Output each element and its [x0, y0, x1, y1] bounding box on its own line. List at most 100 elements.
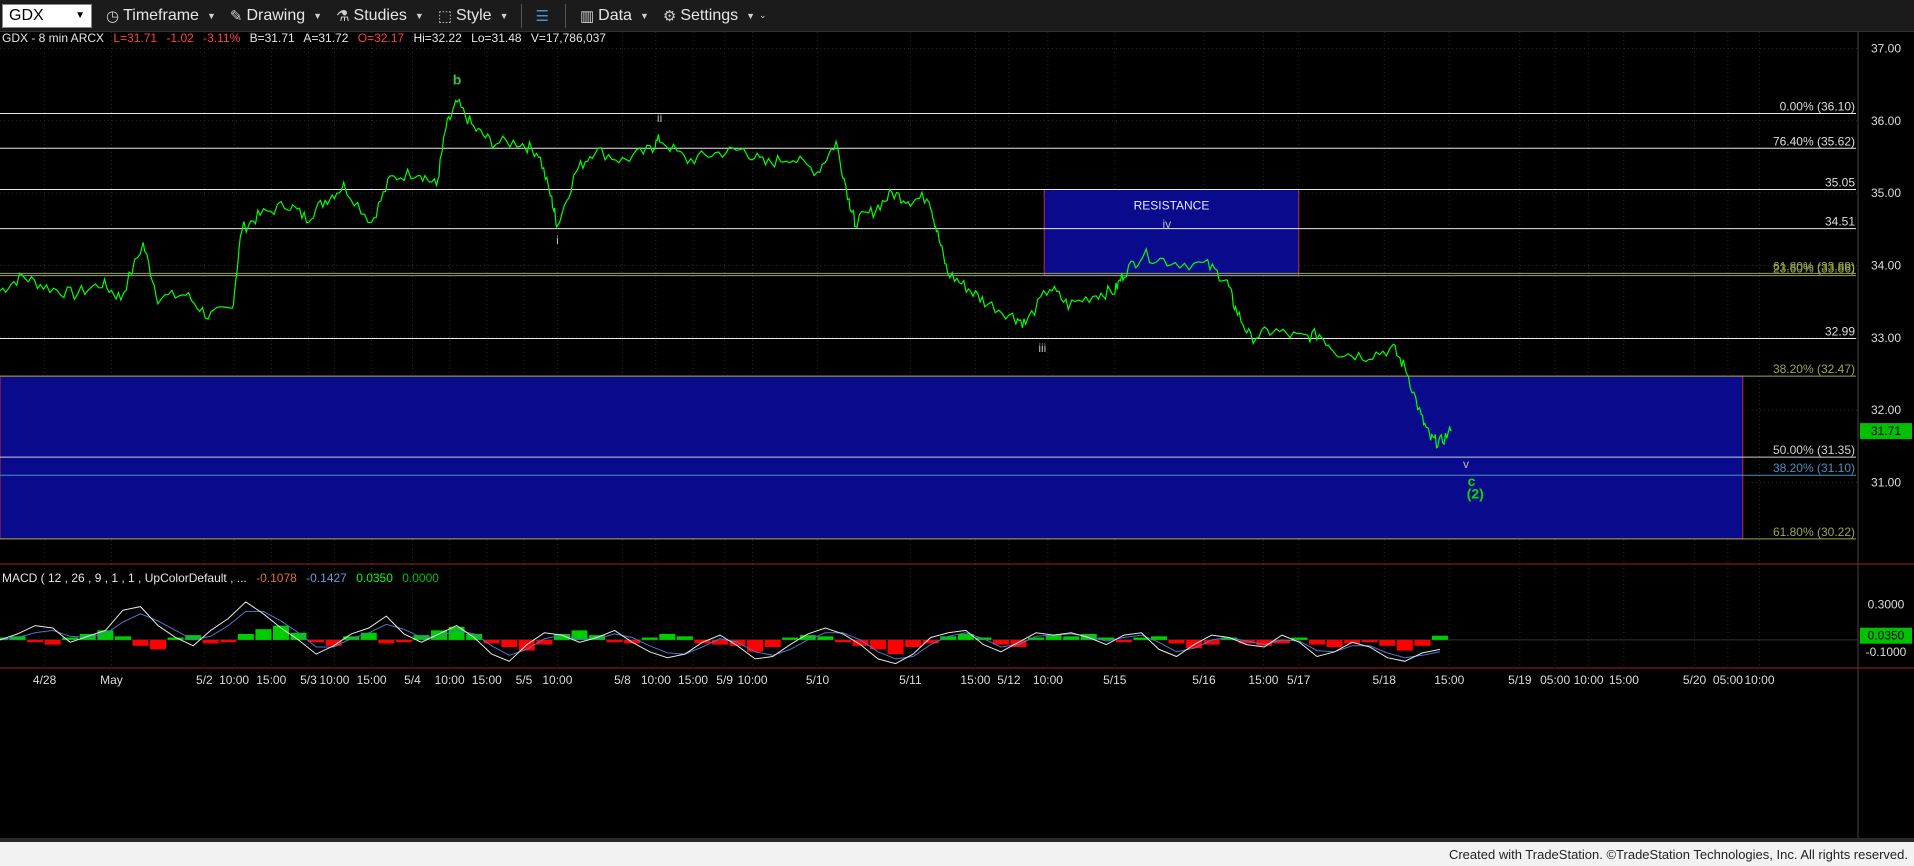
x-tick-label: 5/18: [1373, 673, 1397, 687]
macd-histogram-bar: [255, 629, 272, 640]
header-pct: -3.11%: [203, 32, 240, 45]
macd-histogram-bar: [764, 639, 781, 647]
x-tick-label: 4/28: [33, 673, 57, 687]
timeframe-menu[interactable]: ◷ Timeframe ▼: [106, 7, 216, 25]
macd-histogram-bar: [1080, 633, 1097, 640]
macd-y-tick-label: -0.1000: [1866, 645, 1907, 659]
macd-histogram-bar: [659, 633, 676, 640]
x-tick-label: 10:00: [319, 673, 349, 687]
macd-histogram-bar: [1431, 635, 1448, 640]
fib-level-label: 50.00% (31.35): [1773, 443, 1855, 457]
flask-icon: ⚗: [336, 7, 350, 25]
x-tick-label: 10:00: [1574, 673, 1604, 687]
macd-value-3: 0.0350: [356, 571, 393, 585]
x-tick-label: 5/20: [1683, 673, 1707, 687]
chevron-down-icon: ▼: [313, 10, 323, 21]
x-tick-label: 5/19: [1508, 673, 1532, 687]
fib-level-label: 38.20% (31.10): [1773, 461, 1855, 475]
x-tick-label: 5/4: [404, 673, 421, 687]
x-tick-label: 5/16: [1192, 673, 1216, 687]
macd-histogram-bar: [834, 639, 851, 643]
macd-histogram-bar: [501, 639, 518, 647]
macd-histogram-bar: [676, 636, 693, 640]
macd-histogram-bar: [360, 632, 377, 640]
x-tick-label: 15:00: [1248, 673, 1278, 687]
x-tick-label: 10:00: [542, 673, 572, 687]
chevron-down-icon: ▼: [206, 10, 216, 21]
macd-histogram-bar: [466, 633, 483, 640]
symbol-selector[interactable]: GDX ▼: [2, 3, 92, 28]
x-tick-label: 5/15: [1103, 673, 1127, 687]
macd-histogram-bar: [1344, 639, 1361, 644]
macd-y-tick-label: 0.3000: [1868, 597, 1905, 611]
y-tick-label: 34.00: [1871, 258, 1901, 272]
x-tick-label: 5/12: [997, 673, 1021, 687]
macd-label: MACD ( 12 , 26 , 9 , 1 , 1 , UpColorDefa…: [2, 571, 247, 585]
layout-icon: ☰: [535, 7, 549, 25]
bar-chart-icon: ▥: [579, 7, 595, 25]
y-tick-label: 32.00: [1871, 403, 1901, 417]
x-tick-label: 10:00: [219, 673, 249, 687]
macd-histogram-bar: [202, 639, 219, 644]
price-chart[interactable]: RESISTANCE 0.00% (36.10) 76.40% (35.62) 35…: [0, 32, 1914, 838]
macd-value-1: -0.1078: [256, 571, 297, 585]
macd-histogram-bar: [1414, 639, 1431, 646]
y-tick-label: 31.00: [1871, 475, 1901, 489]
x-tick-label: 15:00: [960, 673, 990, 687]
header-change: -1.02: [166, 32, 194, 45]
macd-histogram-bar: [237, 633, 254, 640]
macd-histogram-bar: [1115, 639, 1132, 643]
settings-menu[interactable]: ⚙ Settings ▼ ⌄: [663, 7, 767, 25]
y-tick-label: 35.00: [1871, 186, 1901, 200]
macd-histogram-bar: [905, 639, 922, 647]
x-tick-label: 15:00: [1434, 673, 1464, 687]
last-price-label: 31.71: [1871, 424, 1901, 438]
studies-label: Studies: [353, 6, 407, 24]
gear-icon: ⚙: [662, 7, 677, 25]
studies-menu[interactable]: ⚗ Studies ▼: [336, 7, 424, 25]
layout-button[interactable]: ☰: [536, 7, 553, 25]
fib-level-label: 61.80% (30.22): [1773, 525, 1855, 539]
chevron-down-icon: ▼: [746, 10, 756, 21]
macd-histogram-bar: [27, 639, 44, 643]
macd-histogram-bar: [782, 637, 799, 640]
macd-histogram-bar: [220, 639, 237, 643]
x-tick-label: 15:00: [1609, 673, 1639, 687]
toolbar: GDX ▼ ◷ Timeframe ▼ ✎ Drawing ▼ ⚗ Studie…: [0, 0, 1914, 32]
macd-histogram-bar: [114, 636, 131, 640]
macd-header: MACD ( 12 , 26 , 9 , 1 , 1 , UpColorDefa…: [2, 571, 439, 585]
wave-label: b: [453, 72, 462, 88]
drawing-label: Drawing: [246, 6, 306, 24]
macd-histogram-bar: [1063, 636, 1080, 640]
copyright-text: Created with TradeStation. ©TradeStation…: [1448, 846, 1908, 862]
header-high: Hi=32.22: [413, 32, 462, 45]
y-tick-label: 37.00: [1871, 41, 1901, 55]
toolbar-divider: [520, 3, 522, 28]
wave-label: iv: [1162, 217, 1171, 231]
x-tick-label: 5/11: [899, 673, 922, 687]
style-menu[interactable]: ⬚ Style ▼: [438, 7, 509, 25]
macd-histogram-bar: [325, 639, 342, 646]
macd-histogram-bar: [711, 639, 728, 645]
x-tick-label: 10:00: [737, 673, 767, 687]
chevron-down-icon: ▼: [639, 10, 649, 21]
clock-icon: ◷: [106, 7, 120, 25]
fib-level-label: 32.99: [1825, 325, 1855, 339]
drawing-menu[interactable]: ✎ Drawing ▼: [230, 7, 322, 25]
macd-histogram-bar: [606, 639, 623, 643]
fib-level-label: 23.60% (33.86): [1773, 262, 1855, 276]
x-tick-label: 5/5: [516, 673, 533, 687]
fib-level-label: 76.40% (35.62): [1773, 134, 1855, 148]
macd-layer: [0, 601, 1858, 665]
wave-label: iii: [1038, 341, 1046, 355]
header-name: GDX - 8 min ARCX: [2, 32, 104, 45]
x-tick-label: 5/9: [716, 673, 733, 687]
wave-label: i: [556, 233, 559, 247]
data-menu[interactable]: ▥ Data ▼: [580, 7, 649, 25]
header-low: Lo=31.48: [471, 32, 522, 45]
macd-histogram-bar: [395, 639, 412, 643]
x-tick-label: 15:00: [256, 673, 286, 687]
macd-histogram-bar: [44, 639, 61, 645]
fib-level-label: 34.51: [1825, 215, 1855, 229]
macd-histogram-bar: [1379, 639, 1396, 646]
